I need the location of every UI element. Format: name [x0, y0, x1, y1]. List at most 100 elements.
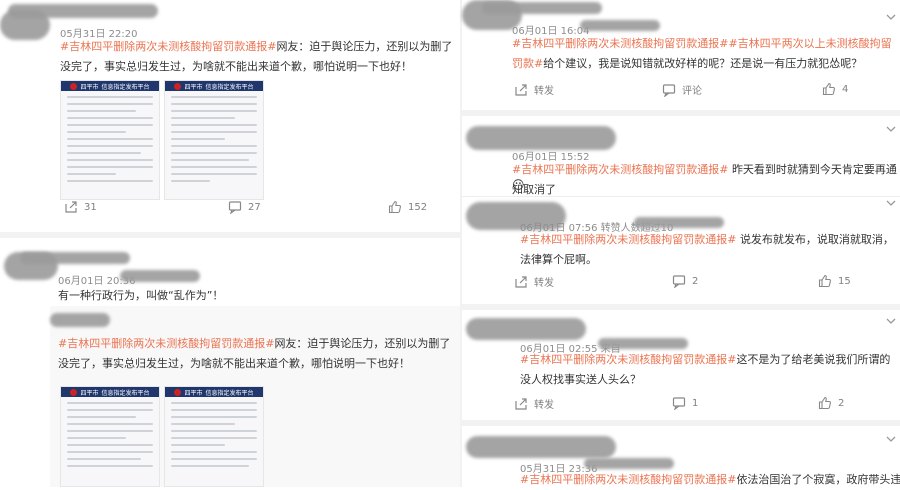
comment-label: 评论: [682, 86, 702, 97]
quoted-image-2[interactable]: 四平市 信息指定发布平台: [164, 386, 264, 487]
hashtag-link[interactable]: #吉林四平删除两次未测核酸拘留罚款通报#: [520, 233, 736, 246]
quoted-image-1[interactable]: 四平市 信息指定发布平台: [60, 386, 160, 487]
quoted-post[interactable]: #吉林四平删除两次未测核酸拘留罚款通报#网友：迫于舆论压力，还别以为删了没完了，…: [50, 306, 460, 487]
chevron-down-icon[interactable]: [886, 124, 896, 134]
hashtag-link[interactable]: #吉林四平删除两次未测核酸拘留罚款通报#: [520, 473, 736, 486]
chevron-down-icon[interactable]: [886, 434, 896, 444]
emblem-icon: [70, 82, 78, 90]
like-button[interactable]: 2: [818, 396, 844, 410]
thumbs-up-icon: [818, 396, 831, 410]
blurred-username: [466, 318, 586, 340]
blurred-username: [20, 252, 130, 264]
comment-card-4: 06月01日 02:55 来自 #吉林四平删除两次未测核酸拘留罚款通报#这不是为…: [462, 310, 900, 420]
emblem-icon: [70, 388, 78, 396]
doc-title-b: 信息指定发布平台: [101, 389, 150, 397]
comment-count: 2: [692, 275, 699, 287]
thumbs-up-icon: [388, 200, 401, 214]
hashtag-link[interactable]: #吉林四平删除两次未测核酸拘留罚款通报#: [512, 163, 728, 176]
blurred-source: [120, 270, 200, 282]
post-image-1[interactable]: 四平市 信息指定发布平台: [60, 80, 160, 200]
blurred-source: [584, 458, 674, 469]
share-icon: [515, 83, 527, 96]
chevron-down-icon[interactable]: [886, 316, 896, 326]
comment-text: 给个建议，我是说知错就改好样的呢？还是说一有压力就犯怂呢？: [543, 57, 863, 70]
face-emoji-icon: 😶: [512, 178, 525, 192]
like-button[interactable]: 15: [818, 274, 851, 288]
comment-count: 1: [692, 397, 699, 409]
repost-button[interactable]: 转发: [514, 396, 554, 411]
comment-body: #吉林四平删除两次未测核酸拘留罚款通报# 说发布就发布，说取消就取消，法律算个屁…: [520, 230, 898, 270]
share-icon: [65, 201, 77, 213]
hashtag-link[interactable]: #吉林四平删除两次未测核酸拘留罚款通报#: [520, 353, 736, 366]
blurred-quoted-username: [50, 313, 110, 327]
like-count: 152: [408, 201, 428, 213]
comment-icon: [672, 397, 686, 410]
comment-card-3: 06月01日 07:56 转赞人数超过10 #吉林四平删除两次未测核酸拘留罚款通…: [462, 198, 900, 304]
repost-button[interactable]: 31: [64, 200, 97, 214]
comment-card-5: 05月31日 23:36 #吉林四平删除两次未测核酸拘留罚款通报#依法治国治了个…: [462, 426, 900, 487]
repost-label: 转发: [534, 400, 554, 411]
doc-title-b: 信息指定发布平台: [205, 389, 254, 397]
doc-title-b: 信息指定发布平台: [205, 83, 254, 91]
card-divider: [462, 196, 900, 197]
hashtag-link[interactable]: #吉林四平删除两次未测核酸拘留罚款通报#: [512, 37, 728, 50]
comment-body: #吉林四平删除两次未测核酸拘留罚款通报##吉林四平两次以上未测核酸拘留罚款#给个…: [512, 34, 898, 74]
comment-icon: [662, 83, 676, 97]
comment-count: 27: [248, 201, 261, 213]
like-button[interactable]: 152: [388, 200, 427, 214]
repost-label: 转发: [534, 278, 554, 289]
comment-button[interactable]: 2: [672, 274, 698, 288]
like-count: 2: [838, 397, 845, 409]
doc-title-a: 四平市: [80, 389, 99, 397]
comment-button[interactable]: 1: [672, 396, 698, 410]
comment-body: #吉林四平删除两次未测核酸拘留罚款通报# 昨天看到时就猜到今天肯定要再通知取消了: [512, 160, 898, 200]
doc-header: 四平市 信息指定发布平台: [165, 387, 263, 397]
blurred-source: [598, 338, 688, 349]
quoted-body: #吉林四平删除两次未测核酸拘留罚款通报#网友：迫于舆论压力，还别以为删了没完了，…: [58, 334, 458, 374]
left-column: 05月31日 22:20 #吉林四平删除两次未测核酸拘留罚款通报#网友：迫于舆论…: [0, 0, 460, 487]
post-image-2[interactable]: 四平市 信息指定发布平台: [164, 80, 264, 200]
chevron-down-icon[interactable]: [886, 198, 896, 208]
weibo-post-2: 06月01日 20:36 有一种行政行为，叫做“乱作为”！ #吉林四平删除两次未…: [0, 238, 460, 487]
hashtag-link[interactable]: #吉林四平删除两次未测核酸拘留罚款通报#: [60, 40, 276, 53]
emblem-icon: [174, 388, 182, 396]
doc-title-a: 四平市: [80, 83, 99, 91]
doc-title-b: 信息指定发布平台: [101, 83, 150, 91]
share-icon: [515, 397, 527, 410]
share-icon: [515, 275, 527, 288]
right-column: 06月01日 16:04 #吉林四平删除两次未测核酸拘留罚款通报##吉林四平两次…: [462, 0, 900, 487]
thumbs-up-icon: [818, 274, 831, 288]
like-button[interactable]: 4: [822, 82, 848, 96]
doc-header: 四平市 信息指定发布平台: [61, 387, 159, 397]
like-count: 4: [842, 83, 849, 95]
repost-button[interactable]: 转发: [514, 274, 554, 289]
comment-card-1: 06月01日 16:04 #吉林四平删除两次未测核酸拘留罚款通报##吉林四平两次…: [462, 0, 900, 110]
doc-title-a: 四平市: [184, 83, 203, 91]
emblem-icon: [174, 82, 182, 90]
blurred-source: [580, 20, 660, 31]
doc-title-a: 四平市: [184, 389, 203, 397]
thumbs-up-icon: [822, 82, 835, 96]
blurred-avatar: [0, 10, 50, 40]
post-body: #吉林四平删除两次未测核酸拘留罚款通报#网友：迫于舆论压力，还别以为删了没完了，…: [60, 37, 460, 77]
chevron-down-icon[interactable]: [886, 12, 896, 22]
comment-body: #吉林四平删除两次未测核酸拘留罚款通报#这不是为了给老美说我们所谓的没人权找事实…: [520, 350, 898, 390]
doc-header: 四平市 信息指定发布平台: [165, 81, 263, 91]
blurred-username: [482, 2, 602, 14]
blurred-username: [466, 126, 616, 150]
comment-icon: [672, 275, 686, 288]
doc-header: 四平市 信息指定发布平台: [61, 81, 159, 91]
blurred-username: [466, 436, 616, 458]
weibo-post-1: 05月31日 22:20 #吉林四平删除两次未测核酸拘留罚款通报#网友：迫于舆论…: [0, 0, 460, 232]
comment-button[interactable]: 评论: [662, 82, 702, 97]
comment-button[interactable]: 27: [228, 200, 261, 214]
post-text: 有一种行政行为，叫做“乱作为”！: [58, 289, 224, 302]
repost-label: 转发: [534, 86, 554, 97]
comment-icon: [228, 201, 242, 214]
comment-card-2: 06月01日 15:52 #吉林四平删除两次未测核酸拘留罚款通报# 昨天看到时就…: [462, 116, 900, 196]
hashtag-link[interactable]: #吉林四平删除两次未测核酸拘留罚款通报#: [58, 337, 274, 350]
blurred-source: [634, 217, 724, 228]
like-count: 15: [838, 275, 851, 287]
comment-text: 依法治国治了个寂寞，政府带头违法: [736, 473, 900, 486]
repost-button[interactable]: 转发: [514, 82, 554, 97]
